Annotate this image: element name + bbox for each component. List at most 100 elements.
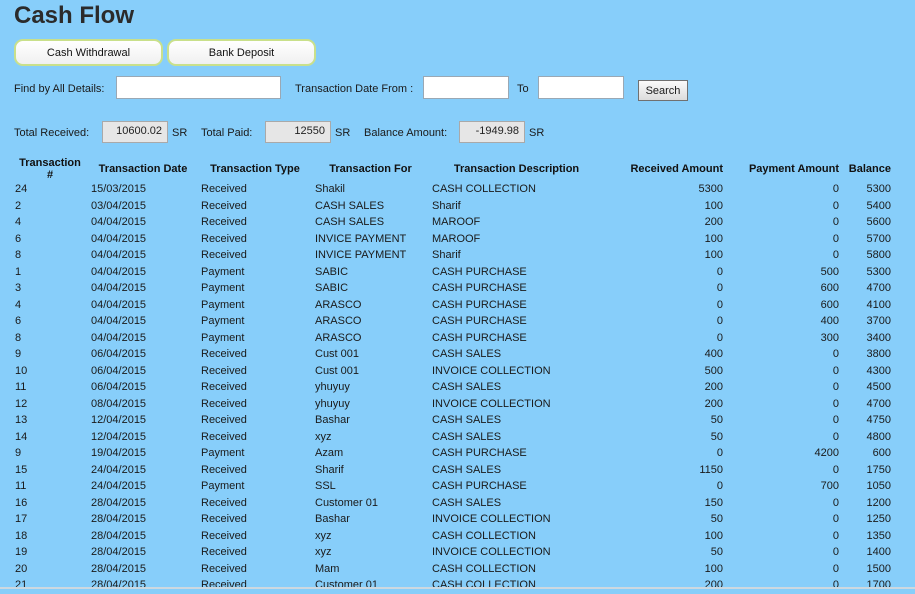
bank-deposit-button[interactable]: Bank Deposit bbox=[167, 39, 316, 66]
table-row[interactable]: 20 28/04/2015 Received Mam CASH COLLECTION 10… bbox=[12, 561, 894, 578]
total-paid-value: 12550 bbox=[265, 121, 331, 143]
table-row[interactable]: 16 28/04/2015 Received Customer 01 CASH SALE… bbox=[12, 495, 894, 512]
cell-transaction-date: 04/04/2015 bbox=[91, 265, 147, 278]
cell-transaction-type: Received bbox=[201, 348, 247, 361]
currency-balance: SR bbox=[529, 127, 545, 139]
total-received-label: Total Received: bbox=[14, 127, 90, 139]
cell-balance: 1250 bbox=[866, 513, 891, 526]
table-row[interactable]: 21 28/04/2015 Received Customer 01 CASH COLL… bbox=[12, 577, 894, 594]
cell-transaction-number: 3 bbox=[15, 282, 22, 295]
table-row[interactable]: 24 15/03/2015 Received Shakil CASH COLLECTIO… bbox=[12, 181, 894, 198]
table-row[interactable]: 11 06/04/2015 Received yhuyuy CASH SALES 200 0… bbox=[12, 379, 894, 396]
cell-received-amount: 100 bbox=[704, 232, 723, 245]
col-transaction-type[interactable]: Transaction Type bbox=[198, 157, 312, 181]
cell-transaction-description: CASH SALES bbox=[432, 414, 502, 427]
table-row[interactable]: 8 04/04/2015 Received INVICE PAYMENT Sharif 1… bbox=[12, 247, 894, 264]
cell-transaction-number: 4 bbox=[15, 298, 22, 311]
cell-balance: 4100 bbox=[866, 298, 891, 311]
table-row[interactable]: 12 08/04/2015 Received yhuyuy INVOICE COLLEC… bbox=[12, 396, 894, 413]
cell-balance: 5700 bbox=[866, 232, 891, 245]
table-row[interactable]: 6 04/04/2015 Payment ARASCO CASH PURCHASE 0 40… bbox=[12, 313, 894, 330]
cell-transaction-number: 13 bbox=[15, 414, 28, 427]
cell-balance: 600 bbox=[872, 447, 891, 460]
cell-transaction-date: 06/04/2015 bbox=[91, 364, 147, 377]
search-button[interactable]: Search bbox=[638, 80, 688, 101]
cell-payment-amount: 0 bbox=[832, 199, 839, 212]
table-row[interactable]: 4 04/04/2015 Payment ARASCO CASH PURCHASE 0 60… bbox=[12, 297, 894, 314]
cell-transaction-number: 20 bbox=[15, 562, 28, 575]
cell-transaction-for: xyz bbox=[315, 546, 332, 559]
cell-payment-amount: 700 bbox=[820, 480, 839, 493]
table-row[interactable]: 9 06/04/2015 Received Cust 001 CASH SALES 400… bbox=[12, 346, 894, 363]
table-row[interactable]: 15 24/04/2015 Received Sharif CASH SALES 1150… bbox=[12, 462, 894, 479]
col-payment-amount[interactable]: Payment Amount bbox=[726, 157, 842, 181]
table-row[interactable]: 4 04/04/2015 Received CASH SALES MAROOF 200 0 5… bbox=[12, 214, 894, 231]
cell-received-amount: 200 bbox=[704, 579, 723, 592]
date-from-input[interactable] bbox=[423, 76, 509, 99]
cell-transaction-date: 24/04/2015 bbox=[91, 480, 147, 493]
table-row[interactable]: 9 19/04/2015 Payment Azam CASH PURCHASE 0 4200… bbox=[12, 445, 894, 462]
cell-transaction-description: CASH SALES bbox=[432, 496, 502, 509]
cell-transaction-for: yhuyuy bbox=[315, 397, 350, 410]
cell-transaction-date: 12/04/2015 bbox=[91, 430, 147, 443]
cell-balance: 1700 bbox=[866, 579, 891, 592]
cell-payment-amount: 0 bbox=[832, 249, 839, 262]
cell-transaction-date: 28/04/2015 bbox=[91, 579, 147, 592]
cell-transaction-number: 11 bbox=[15, 480, 27, 493]
date-to-input[interactable] bbox=[538, 76, 624, 99]
table-row[interactable]: 8 04/04/2015 Payment ARASCO CASH PURCHASE 0 30… bbox=[12, 330, 894, 347]
cell-transaction-description: INVOICE COLLECTION bbox=[432, 546, 551, 559]
currency-received: SR bbox=[172, 127, 188, 139]
table-row[interactable]: 19 28/04/2015 Received xyz INVOICE COLLECTIO… bbox=[12, 544, 894, 561]
table-row[interactable]: 17 28/04/2015 Received Bashar INVOICE COLLEC… bbox=[12, 511, 894, 528]
cell-balance: 3700 bbox=[866, 315, 891, 328]
cell-transaction-description: CASH PURCHASE bbox=[432, 265, 527, 278]
col-transaction-for[interactable]: Transaction For bbox=[312, 157, 429, 181]
cell-balance: 4300 bbox=[866, 364, 891, 377]
table-row[interactable]: 1 04/04/2015 Payment SABIC CASH PURCHASE 0 500… bbox=[12, 264, 894, 281]
cell-payment-amount: 0 bbox=[832, 496, 839, 509]
cell-transaction-number: 2 bbox=[15, 199, 22, 212]
table-row[interactable]: 3 04/04/2015 Payment SABIC CASH PURCHASE 0 600… bbox=[12, 280, 894, 297]
cell-received-amount: 1150 bbox=[699, 463, 723, 476]
cell-transaction-for: Sharif bbox=[315, 463, 344, 476]
col-transaction-description[interactable]: Transaction Description bbox=[429, 157, 604, 181]
col-received-amount[interactable]: Received Amount bbox=[604, 157, 726, 181]
table-row[interactable]: 18 28/04/2015 Received xyz CASH COLLECTION 10… bbox=[12, 528, 894, 545]
table-row[interactable]: 10 06/04/2015 Received Cust 001 INVOICE COLL… bbox=[12, 363, 894, 380]
find-input[interactable] bbox=[116, 76, 281, 99]
cell-transaction-date: 06/04/2015 bbox=[91, 381, 147, 394]
cell-transaction-type: Payment bbox=[201, 265, 245, 278]
cell-received-amount: 100 bbox=[704, 562, 723, 575]
table-row[interactable]: 14 12/04/2015 Received xyz CASH SALES 50 0 4800 bbox=[12, 429, 894, 446]
cell-balance: 1050 bbox=[866, 480, 891, 493]
cell-transaction-number: 11 bbox=[15, 381, 27, 394]
cell-payment-amount: 0 bbox=[832, 397, 839, 410]
cell-transaction-date: 28/04/2015 bbox=[91, 513, 147, 526]
currency-paid: SR bbox=[335, 127, 351, 139]
cell-balance: 5300 bbox=[866, 183, 891, 196]
cash-withdrawal-button[interactable]: Cash Withdrawal bbox=[14, 39, 163, 66]
cell-received-amount: 100 bbox=[704, 199, 723, 212]
table-row[interactable]: 2 03/04/2015 Received CASH SALES Sharif 100 0 5… bbox=[12, 198, 894, 215]
cell-transaction-type: Received bbox=[201, 199, 247, 212]
cell-balance: 4800 bbox=[866, 430, 891, 443]
cell-received-amount: 0 bbox=[716, 480, 723, 493]
cell-balance: 5400 bbox=[866, 199, 891, 212]
cell-payment-amount: 300 bbox=[820, 331, 839, 344]
cell-transaction-date: 19/04/2015 bbox=[91, 447, 147, 460]
cell-transaction-description: CASH SALES bbox=[432, 463, 502, 476]
cell-transaction-description: CASH PURCHASE bbox=[432, 282, 527, 295]
col-transaction-date[interactable]: Transaction Date bbox=[88, 157, 198, 181]
cell-transaction-type: Payment bbox=[201, 315, 245, 328]
col-balance[interactable]: Balance bbox=[842, 157, 894, 181]
cell-transaction-type: Received bbox=[201, 562, 247, 575]
table-row[interactable]: 11 24/04/2015 Payment SSL CASH PURCHASE 0 700 1… bbox=[12, 478, 894, 495]
cell-transaction-for: Cust 001 bbox=[315, 348, 360, 361]
col-transaction-number[interactable]: Transaction # bbox=[12, 157, 88, 181]
table-row[interactable]: 13 12/04/2015 Received Bashar CASH SALES 50 0 4… bbox=[12, 412, 894, 429]
cell-transaction-for: Bashar bbox=[315, 513, 350, 526]
cell-transaction-type: Received bbox=[201, 513, 247, 526]
cell-transaction-number: 9 bbox=[15, 447, 22, 460]
table-row[interactable]: 6 04/04/2015 Received INVICE PAYMENT MAROOF 1… bbox=[12, 231, 894, 248]
